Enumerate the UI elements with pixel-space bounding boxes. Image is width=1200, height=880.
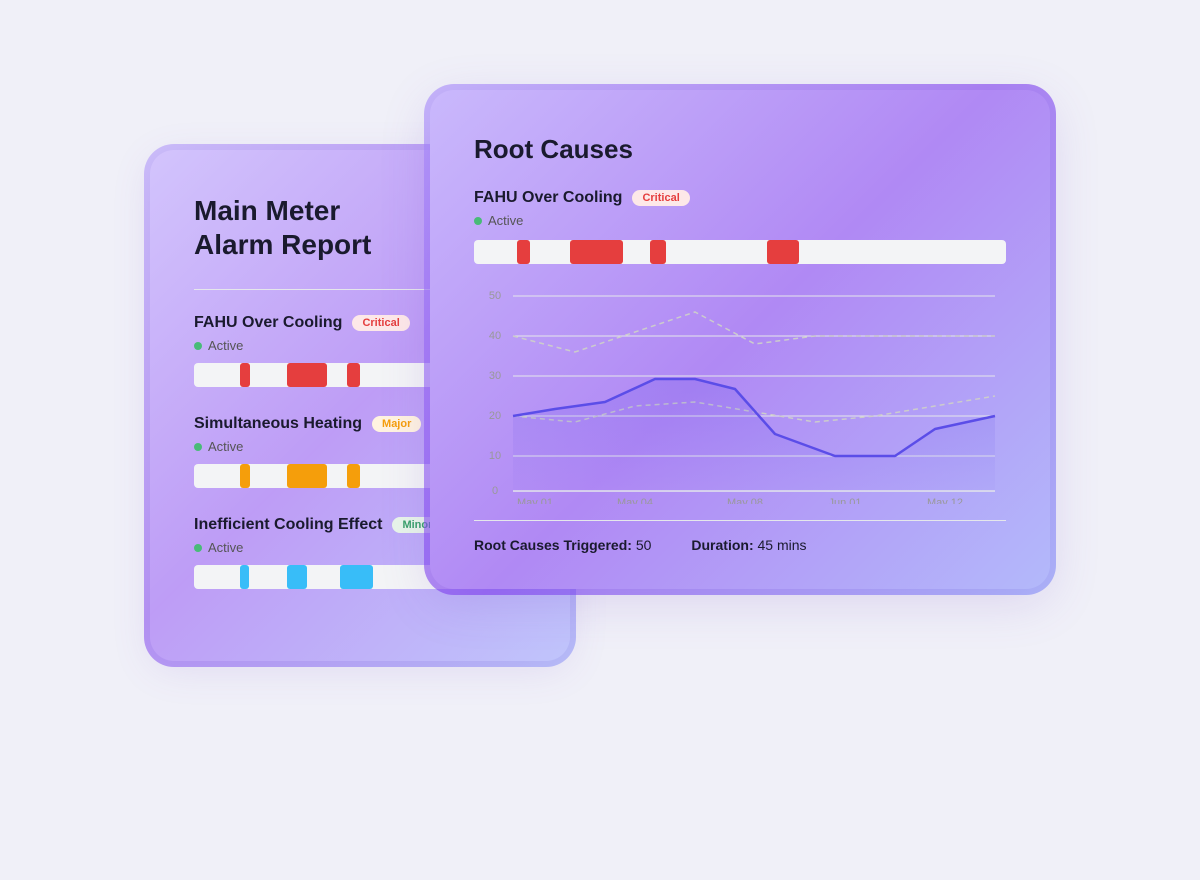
bar <box>347 464 360 488</box>
svg-text:0: 0 <box>492 485 498 497</box>
svg-text:May 04: May 04 <box>617 497 653 504</box>
chart-area: 50 40 30 20 10 0 <box>474 284 1006 504</box>
root-causes-triggered-value: 50 <box>636 537 652 553</box>
scene: Main Meter Alarm Report FAHU Over Coolin… <box>150 90 1050 790</box>
alarm-name-cooling: Inefficient Cooling Effect <box>194 516 382 534</box>
duration-stat: Duration: 45 mins <box>691 537 806 553</box>
bar <box>347 363 360 387</box>
svg-text:Jun 01: Jun 01 <box>828 497 861 504</box>
rc-bar <box>517 240 530 264</box>
chart-footer: Root Causes Triggered: 50 Duration: 45 m… <box>474 520 1006 553</box>
svg-text:40: 40 <box>489 330 501 342</box>
bar <box>240 464 250 488</box>
rc-alarm-name: FAHU Over Cooling <box>474 189 622 207</box>
alarm-name-fahu: FAHU Over Cooling <box>194 314 342 332</box>
active-dot-fahu <box>194 342 202 350</box>
root-causes-triggered-stat: Root Causes Triggered: 50 <box>474 537 651 553</box>
rc-bar <box>570 240 623 264</box>
active-dot-heating <box>194 443 202 451</box>
rc-bar <box>650 240 666 264</box>
svg-text:50: 50 <box>489 290 501 302</box>
svg-text:May 12: May 12 <box>927 497 963 504</box>
rc-status: Active <box>474 213 1006 228</box>
badge-critical-fahu: Critical <box>352 315 409 331</box>
bar <box>340 565 373 589</box>
bar <box>240 565 248 589</box>
svg-text:May 08: May 08 <box>727 497 763 504</box>
root-causes-card: Root Causes FAHU Over Cooling Critical A… <box>430 90 1050 589</box>
bar <box>287 565 307 589</box>
bar <box>287 363 327 387</box>
svg-text:30: 30 <box>489 370 501 382</box>
svg-text:20: 20 <box>489 410 501 422</box>
active-dot-cooling <box>194 544 202 552</box>
svg-text:May 01: May 01 <box>517 497 553 504</box>
root-causes-title: Root Causes <box>474 134 1006 165</box>
rc-alarm-header: FAHU Over Cooling Critical <box>474 189 1006 207</box>
bar <box>287 464 327 488</box>
alarm-name-heating: Simultaneous Heating <box>194 415 362 433</box>
badge-major-heating: Major <box>372 416 421 432</box>
rc-badge-critical: Critical <box>632 190 689 206</box>
rc-active-dot <box>474 217 482 225</box>
line-chart: 50 40 30 20 10 0 <box>474 284 1006 504</box>
svg-text:10: 10 <box>489 450 501 462</box>
root-causes-triggered-label: Root Causes Triggered: <box>474 537 632 553</box>
rc-timeline <box>474 240 1006 264</box>
duration-value: 45 mins <box>758 537 807 553</box>
bar <box>240 363 250 387</box>
rc-bar <box>767 240 799 264</box>
duration-label: Duration: <box>691 537 753 553</box>
